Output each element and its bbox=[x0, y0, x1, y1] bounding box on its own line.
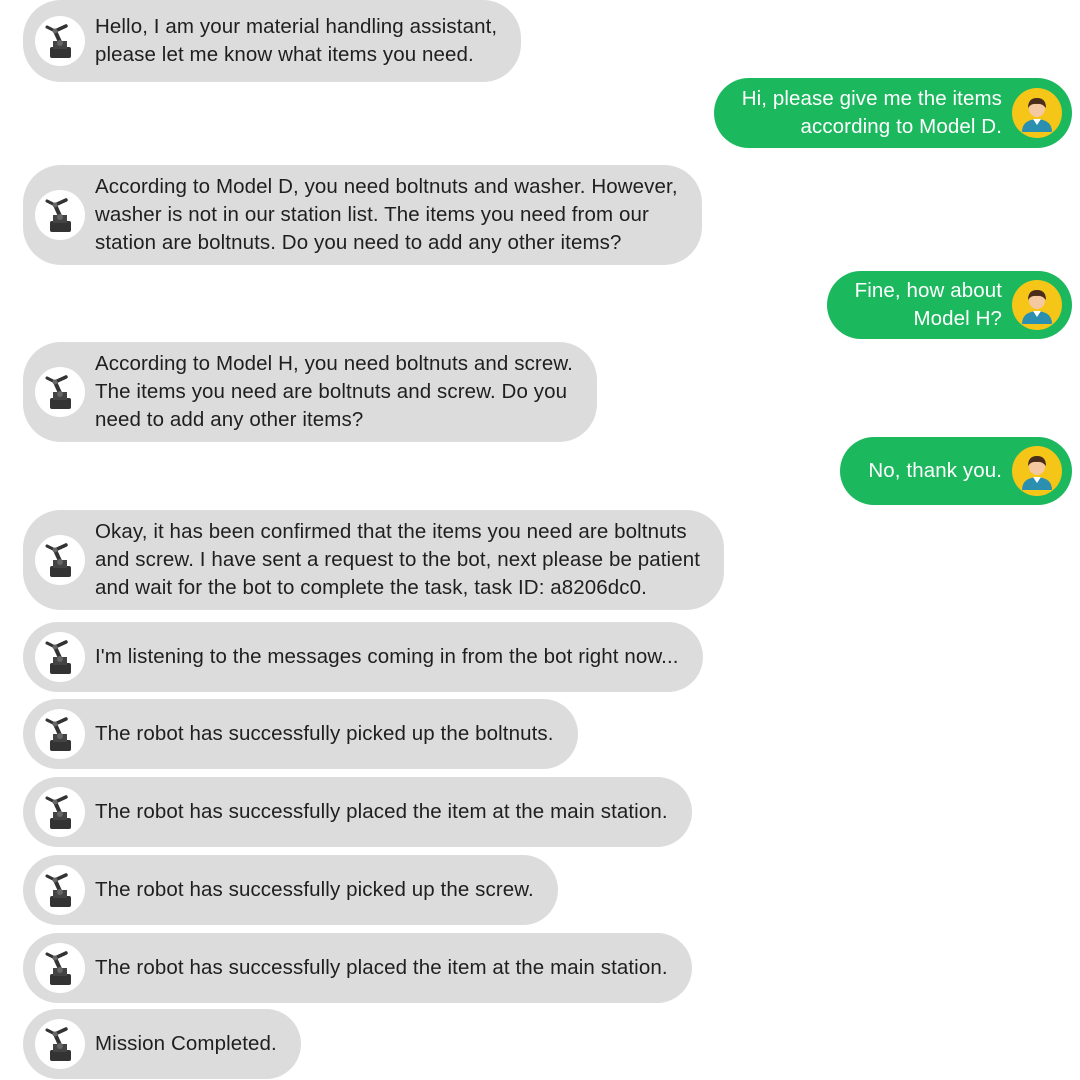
bot-message: The robot has successfully picked up the… bbox=[23, 855, 558, 925]
bot-message: Hello, I am your material handling assis… bbox=[23, 0, 522, 82]
message-text: According to Model D, you need boltnuts … bbox=[95, 175, 678, 254]
user-message: Fine, how about Model H? bbox=[826, 271, 1072, 339]
bot-message: I'm listening to the messages coming in … bbox=[23, 622, 703, 692]
bot-message: Okay, it has been confirmed that the ite… bbox=[23, 510, 725, 610]
message-text: No, thank you. bbox=[868, 459, 1002, 482]
robot-arm-icon bbox=[35, 632, 85, 682]
robot-arm-icon bbox=[35, 535, 85, 585]
robot-arm-icon bbox=[35, 1019, 85, 1069]
message-text: Hello, I am your material handling assis… bbox=[95, 15, 498, 66]
message-text: Hi, please give me the items according t… bbox=[741, 87, 1002, 138]
bot-message: According to Model H, you need boltnuts … bbox=[23, 342, 597, 442]
bot-message: The robot has successfully placed the it… bbox=[23, 777, 692, 847]
message-text: Mission Completed. bbox=[95, 1032, 277, 1055]
bot-message: The robot has successfully picked up the… bbox=[23, 699, 578, 769]
message-text: According to Model H, you need boltnuts … bbox=[95, 352, 573, 431]
message-text: The robot has successfully picked up the… bbox=[95, 722, 554, 745]
bot-message: The robot has successfully placed the it… bbox=[23, 933, 692, 1003]
person-icon bbox=[1012, 280, 1062, 330]
message-text: I'm listening to the messages coming in … bbox=[95, 645, 679, 668]
person-icon bbox=[1012, 446, 1062, 496]
robot-arm-icon bbox=[35, 787, 85, 837]
message-text: Okay, it has been confirmed that the ite… bbox=[95, 520, 701, 599]
robot-arm-icon bbox=[35, 709, 85, 759]
robot-arm-icon bbox=[35, 943, 85, 993]
robot-arm-icon bbox=[35, 190, 85, 240]
user-message: No, thank you. bbox=[840, 437, 1072, 505]
bot-message: Mission Completed. bbox=[23, 1009, 301, 1079]
robot-arm-icon bbox=[35, 16, 85, 66]
person-icon bbox=[1012, 88, 1062, 138]
message-text: Fine, how about Model H? bbox=[854, 279, 1002, 330]
message-text: The robot has successfully placed the it… bbox=[95, 800, 668, 823]
user-message: Hi, please give me the items according t… bbox=[713, 78, 1072, 148]
bot-message: According to Model D, you need boltnuts … bbox=[23, 165, 702, 265]
robot-arm-icon bbox=[35, 865, 85, 915]
message-text: The robot has successfully picked up the… bbox=[95, 878, 534, 901]
robot-arm-icon bbox=[35, 367, 85, 417]
message-text: The robot has successfully placed the it… bbox=[95, 956, 668, 979]
